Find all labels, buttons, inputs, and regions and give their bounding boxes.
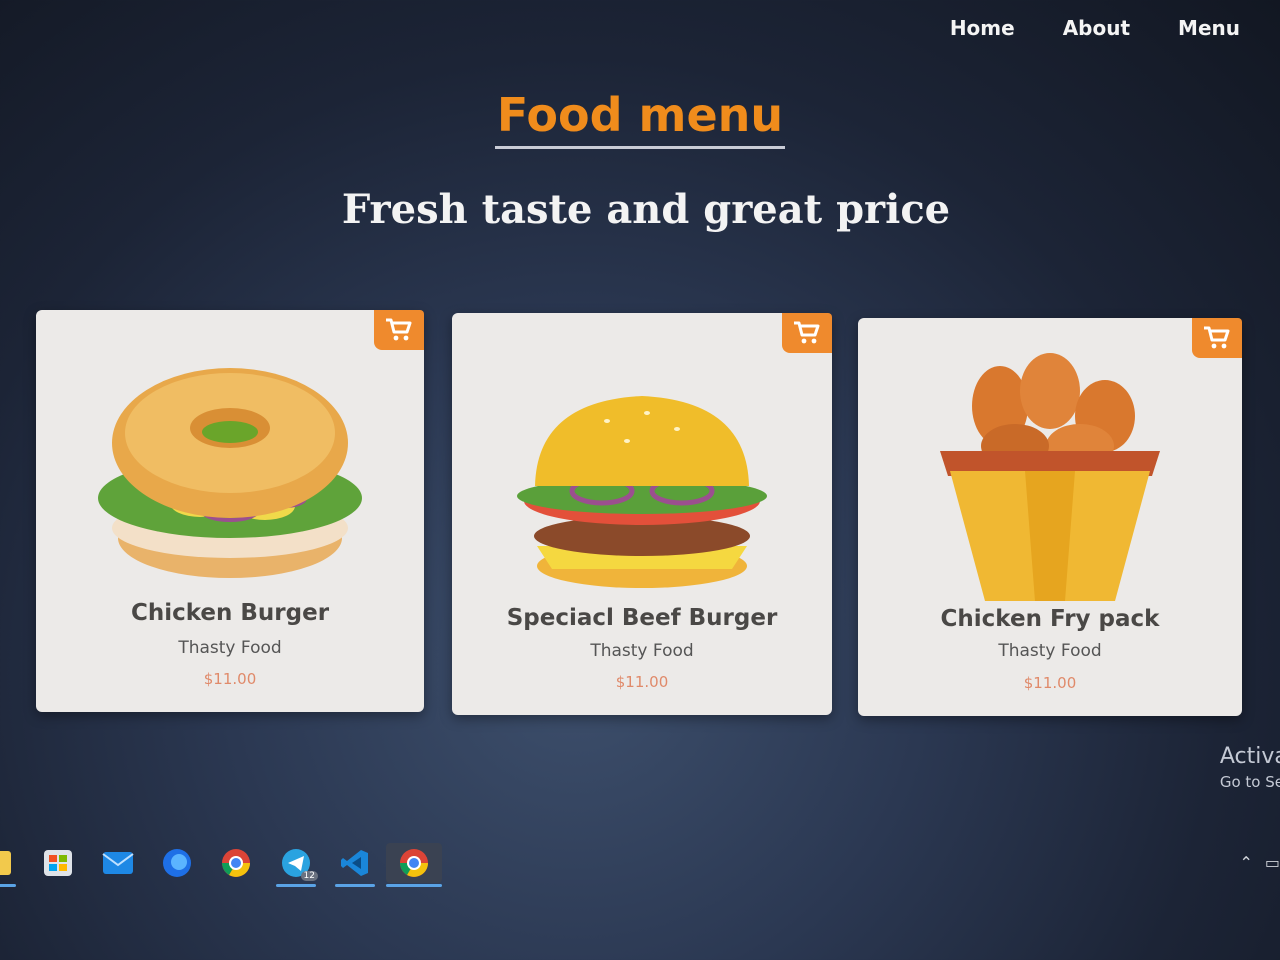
nav-about[interactable]: About — [1063, 16, 1130, 40]
page-title-wrap: Food menu — [0, 88, 1280, 149]
system-tray: ⌃ ▭ — [1239, 853, 1280, 872]
menu-card-chicken-fry[interactable]: Chicken Fry pack Thasty Food $11.00 — [858, 318, 1242, 716]
beef-burger-image — [452, 341, 832, 591]
chevron-up-icon[interactable]: ⌃ — [1239, 853, 1252, 872]
bagel-burger-image — [36, 338, 424, 588]
activation-subtitle: Go to Sett — [1219, 773, 1280, 791]
store-icon[interactable] — [38, 843, 78, 883]
card-price: $11.00 — [1023, 674, 1077, 692]
chrome-profile-icon[interactable] — [386, 843, 442, 887]
fried-chicken-bucket-image — [858, 346, 1242, 601]
card-subtitle: Thasty Food — [998, 641, 1102, 661]
telegram-badge: 12 — [300, 871, 318, 881]
taskbar: 12 ⌃ ▭ — [0, 835, 1280, 890]
menu-card-chicken-burger[interactable]: Chicken Burger Thasty Food $11.00 — [36, 310, 424, 712]
card-title: Speciacl Beef Burger — [506, 605, 778, 631]
activation-title: Activate — [1219, 744, 1280, 769]
vscode-icon[interactable] — [335, 843, 375, 887]
mail-icon[interactable] — [98, 843, 138, 883]
nav-home[interactable]: Home — [950, 16, 1015, 40]
nav-menu[interactable]: Menu — [1178, 16, 1240, 40]
battery-icon[interactable]: ▭ — [1265, 853, 1280, 872]
file-explorer-icon[interactable] — [0, 843, 16, 887]
card-title: Chicken Burger — [130, 600, 330, 626]
firefox-icon[interactable] — [157, 843, 197, 883]
activation-watermark: Activate Go to Sett — [1220, 744, 1280, 791]
card-title: Chicken Fry pack — [940, 606, 1160, 632]
card-subtitle: Thasty Food — [590, 641, 694, 661]
page-title: Food menu — [494, 88, 786, 149]
page-subtitle: Fresh taste and great price — [341, 186, 951, 233]
menu-card-beef-burger[interactable]: Speciacl Beef Burger Thasty Food $11.00 — [452, 313, 832, 715]
telegram-icon[interactable]: 12 — [276, 843, 318, 887]
card-price: $11.00 — [615, 673, 669, 691]
chrome-icon[interactable] — [216, 843, 256, 883]
card-price: $11.00 — [203, 670, 257, 688]
card-subtitle: Thasty Food — [178, 638, 282, 658]
top-nav: Home About Menu — [950, 16, 1240, 40]
